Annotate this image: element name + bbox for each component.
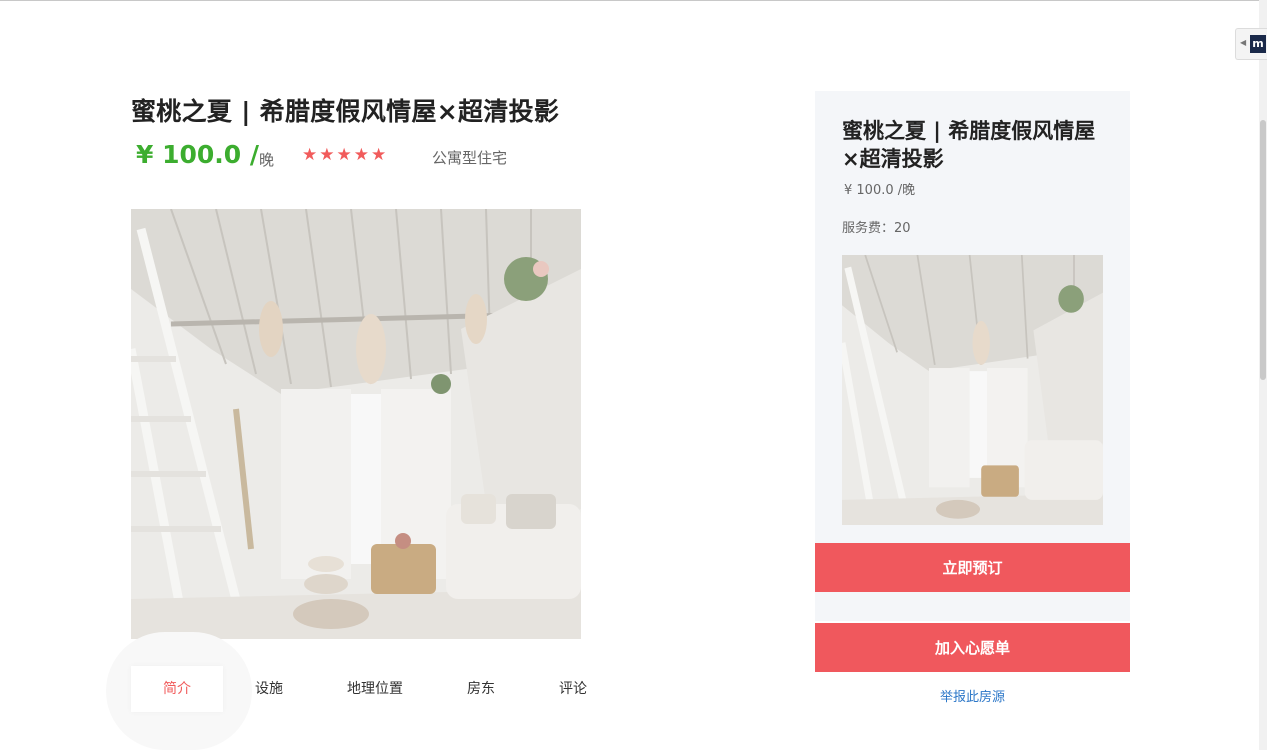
book-now-button[interactable]: 立即预订	[815, 543, 1130, 592]
sidebar-title: 蜜桃之夏 | 希腊度假风情屋×超清投影	[842, 119, 1096, 171]
price-row: ¥ 100.0 / 晚 ★★★★★ 公寓型住宅	[131, 140, 591, 174]
listing-price: ¥ 100.0 /	[136, 140, 260, 169]
add-to-wishlist-button[interactable]: 加入心愿单	[815, 623, 1130, 672]
tab-amenities[interactable]: 设施	[238, 666, 300, 712]
rating-stars-icon: ★★★★★	[302, 145, 389, 165]
extension-tab[interactable]: ◀ m	[1235, 28, 1267, 60]
top-border	[0, 0, 1267, 1]
booking-sidebar: 蜜桃之夏 | 希腊度假风情屋×超清投影 ¥ 100.0 /晚 服务费：20	[815, 91, 1130, 621]
tab-host[interactable]: 房东	[455, 666, 507, 712]
price-unit: 晚	[259, 151, 275, 169]
tab-location[interactable]: 地理位置	[335, 666, 415, 712]
property-type: 公寓型住宅	[432, 149, 508, 167]
service-fee: 服务费：20	[842, 221, 911, 236]
listing-photo[interactable]	[131, 209, 581, 639]
tab-reviews[interactable]: 评论	[547, 666, 599, 712]
collapse-arrow-icon[interactable]: ◀	[1240, 38, 1246, 47]
page-scrollbar[interactable]	[1259, 0, 1267, 750]
extension-logo[interactable]: m	[1250, 35, 1266, 53]
sidebar-thumbnail[interactable]	[842, 255, 1103, 525]
listing-title: 蜜桃之夏 | 希腊度假风情屋×超清投影	[131, 97, 560, 126]
scrollbar-thumb[interactable]	[1260, 120, 1266, 380]
report-listing-link[interactable]: 举报此房源	[815, 686, 1130, 705]
tab-intro[interactable]: 简介	[131, 666, 223, 712]
sidebar-price: ¥ 100.0 /晚	[844, 183, 916, 198]
